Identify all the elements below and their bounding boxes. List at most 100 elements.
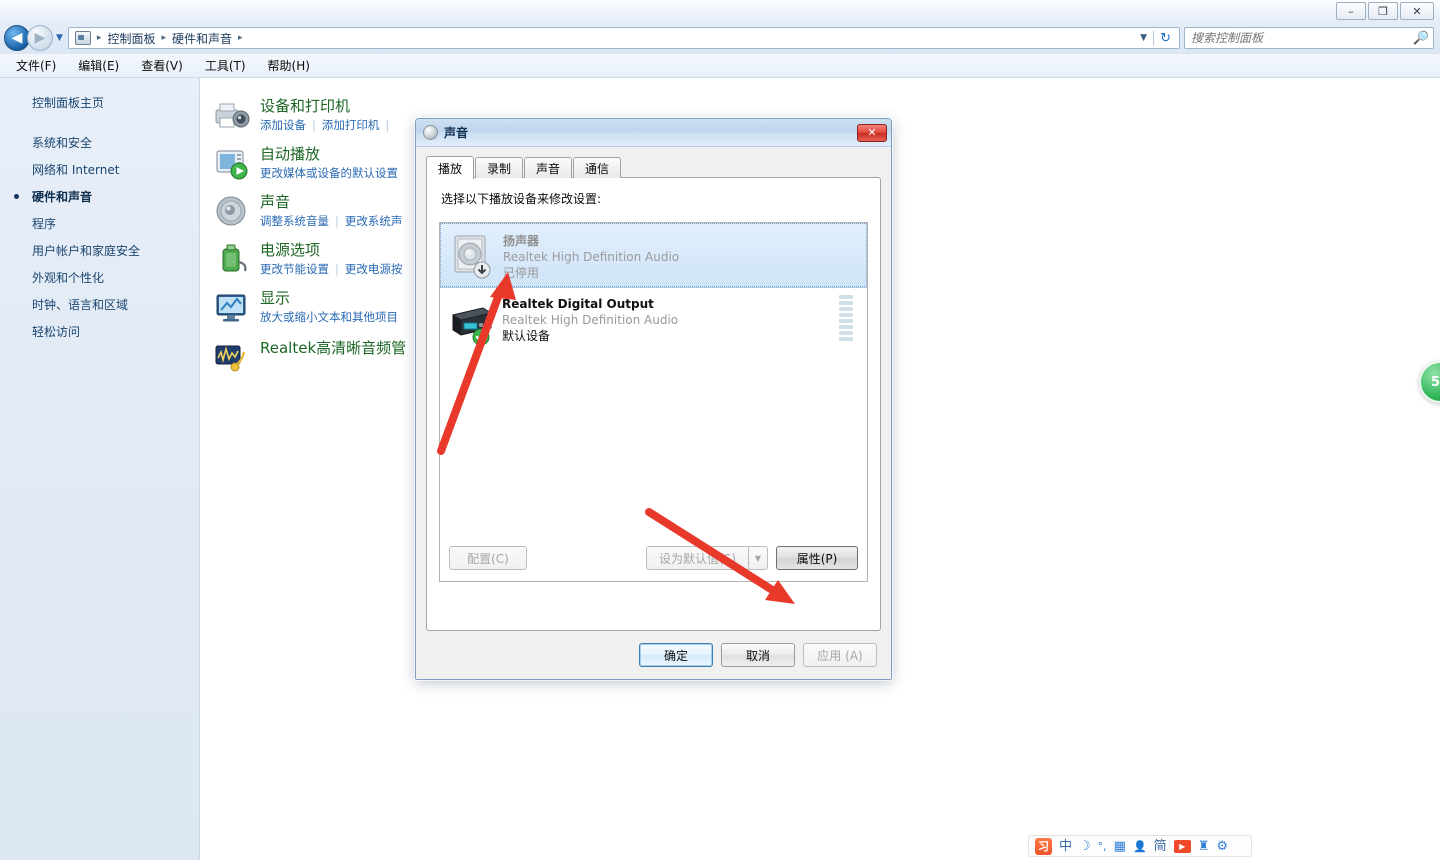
ime-moon-icon[interactable]: ☽ [1079, 840, 1091, 853]
digital-output-device-icon [450, 295, 496, 346]
maximize-button[interactable]: ❐ [1368, 2, 1398, 20]
link-separator: | [385, 118, 390, 132]
ime-toolbox-icon[interactable]: ♜ [1198, 840, 1210, 853]
window-title-bar: – ❐ ✕ [0, 0, 1440, 22]
category-title[interactable]: Realtek高清晰音频管 [260, 340, 406, 356]
tab-communications[interactable]: 通信 [573, 157, 622, 178]
sidebar-item-hardware-sound[interactable]: 硬件和声音 [0, 183, 199, 210]
link-separator: | [312, 118, 316, 132]
ime-chinese-mode[interactable]: 中 [1059, 840, 1072, 853]
menu-edit[interactable]: 编辑(E) [70, 55, 127, 76]
ime-user-icon[interactable]: 👤 [1133, 841, 1147, 852]
link-change-power-button[interactable]: 更改电源按 [345, 261, 403, 277]
link-change-system-sounds[interactable]: 更改系统声 [345, 213, 403, 229]
sidebar-item-home[interactable]: 控制面板主页 [0, 92, 199, 113]
sound-dialog-tabs: 播放 录制 声音 通信 [426, 155, 881, 179]
category-title[interactable]: 声音 [260, 194, 402, 210]
link-add-printer[interactable]: 添加打印机 [322, 117, 380, 133]
breadcrumb-dropdown-icon[interactable]: ▼ [1134, 33, 1153, 43]
ime-recorder-icon[interactable]: ▶ [1173, 839, 1191, 853]
link-adjust-volume[interactable]: 调整系统音量 [260, 213, 329, 229]
device-driver: Realtek High Definition Audio [502, 313, 679, 327]
address-bar: ◀ ▶ ▼ ▸ 控制面板 ▸ 硬件和声音 ▸ ▼ ↻ 🔍 [0, 22, 1440, 54]
breadcrumb-separator-icon: ▸ [96, 33, 102, 43]
link-separator: | [335, 262, 339, 276]
link-change-default-media[interactable]: 更改媒体或设备的默认设置 [260, 165, 398, 181]
sound-dialog-title: 声音 [444, 126, 469, 140]
sound-dialog-body: 播放 录制 声音 通信 选择以下播放设备来修改设置: 扬声器 Realtek H… [416, 147, 891, 679]
link-separator: | [335, 214, 339, 228]
menu-tools[interactable]: 工具(T) [197, 55, 254, 76]
ime-toolbar: 习 中 ☽ °, ▦ 👤 简 ▶ ♜ ⚙ [1028, 835, 1252, 857]
apply-button[interactable]: 应用 (A) [803, 643, 877, 667]
sidebar-item-ease-of-access[interactable]: 轻松访问 [0, 318, 199, 345]
configure-button[interactable]: 配置(C) [449, 546, 527, 570]
breadcrumb-item-1[interactable]: 硬件和声音 [168, 28, 236, 48]
device-info: 扬声器 Realtek High Definition Audio 已停用 [503, 230, 679, 281]
device-info: Realtek Digital Output Realtek High Defi… [502, 293, 678, 344]
close-button[interactable]: ✕ [1400, 2, 1434, 20]
realtek-audio-icon [214, 340, 250, 374]
link-change-power-saving[interactable]: 更改节能设置 [260, 261, 329, 277]
category-devices-printers: 设备和打印机 添加设备 | 添加打印机 | [214, 98, 395, 133]
category-title[interactable]: 自动播放 [260, 146, 398, 162]
set-default-button[interactable]: 设为默认值(S) [646, 546, 748, 570]
playback-device-list[interactable]: 扬声器 Realtek High Definition Audio 已停用 Re… [439, 222, 868, 582]
breadcrumb-root-icon[interactable] [71, 28, 95, 48]
ime-settings-icon[interactable]: ⚙ [1216, 840, 1228, 853]
category-title[interactable]: 设备和打印机 [260, 98, 395, 114]
ok-button[interactable]: 确定 [639, 643, 713, 667]
properties-button[interactable]: 属性(P) [776, 546, 858, 570]
category-title[interactable]: 显示 [260, 290, 398, 306]
minimize-button[interactable]: – [1336, 2, 1366, 20]
ime-punctuation-icon[interactable]: °, [1098, 841, 1107, 852]
sogou-ime-logo[interactable]: 习 [1035, 837, 1052, 855]
speaker-disabled-icon [451, 232, 497, 282]
menu-view[interactable]: 查看(V) [133, 55, 191, 76]
tab-playback[interactable]: 播放 [426, 156, 475, 179]
breadcrumb[interactable]: ▸ 控制面板 ▸ 硬件和声音 ▸ ▼ ↻ [67, 27, 1180, 49]
sound-dialog: 声音 ✕ 播放 录制 声音 通信 选择以下播放设备来修改设置: 扬声器 Real… [414, 117, 893, 681]
link-add-device[interactable]: 添加设备 [260, 117, 306, 133]
category-title[interactable]: 电源选项 [260, 242, 402, 258]
printer-camera-icon [214, 98, 250, 132]
sidebar-item-network-internet[interactable]: 网络和 Internet [0, 156, 199, 183]
category-links: 放大或缩小文本和其他项目 [260, 309, 398, 325]
sidebar-item-system-security[interactable]: 系统和安全 [0, 129, 199, 156]
history-dropdown-icon[interactable]: ▼ [56, 33, 63, 43]
cancel-button[interactable]: 取消 [721, 643, 795, 667]
tab-sounds[interactable]: 声音 [524, 157, 573, 178]
ime-simplified-icon[interactable]: 简 [1154, 840, 1167, 853]
category-autoplay: 自动播放 更改媒体或设备的默认设置 [214, 146, 398, 181]
battery-icon [214, 242, 250, 276]
category-links: 更改媒体或设备的默认设置 [260, 165, 398, 181]
menu-help[interactable]: 帮助(H) [260, 55, 318, 76]
search-icon[interactable]: 🔍 [1413, 31, 1429, 46]
sidebar-item-appearance[interactable]: 外观和个性化 [0, 264, 199, 291]
tab-recording[interactable]: 录制 [475, 157, 524, 178]
device-list-item-speakers[interactable]: 扬声器 Realtek High Definition Audio 已停用 [440, 223, 867, 288]
speaker-icon [214, 194, 250, 228]
sound-dialog-close-button[interactable]: ✕ [857, 123, 887, 142]
search-input[interactable] [1189, 30, 1413, 46]
breadcrumb-item-0[interactable]: 控制面板 [103, 28, 159, 48]
category-links: 调整系统音量 | 更改系统声 [260, 213, 402, 229]
sidebar-item-user-accounts[interactable]: 用户帐户和家庭安全 [0, 237, 199, 264]
forward-arrow-icon[interactable]: ▶ [27, 25, 53, 51]
device-list-item-realtek-digital-output[interactable]: Realtek Digital Output Realtek High Defi… [440, 287, 867, 351]
menu-bar: 文件(F) 编辑(E) 查看(V) 工具(T) 帮助(H) [0, 54, 1440, 78]
sound-dialog-icon [423, 125, 438, 140]
chevron-down-icon[interactable]: ▼ [748, 546, 768, 570]
device-name: Realtek Digital Output [502, 297, 654, 311]
search-box[interactable]: 🔍 [1184, 27, 1434, 49]
refresh-icon[interactable]: ↻ [1153, 30, 1177, 46]
window-controls: – ❐ ✕ [1336, 2, 1434, 20]
ime-keyboard-icon[interactable]: ▦ [1114, 840, 1126, 853]
sidebar-item-programs[interactable]: 程序 [0, 210, 199, 237]
link-enlarge-text[interactable]: 放大或缩小文本和其他项目 [260, 309, 398, 325]
sidebar-item-clock-language[interactable]: 时钟、语言和区域 [0, 291, 199, 318]
device-driver: Realtek High Definition Audio [503, 250, 680, 264]
menu-file[interactable]: 文件(F) [8, 55, 64, 76]
device-action-buttons: 配置(C) 设为默认值(S) ▼ 属性(P) [449, 546, 858, 570]
set-default-split-button[interactable]: 设为默认值(S) ▼ [646, 546, 768, 570]
